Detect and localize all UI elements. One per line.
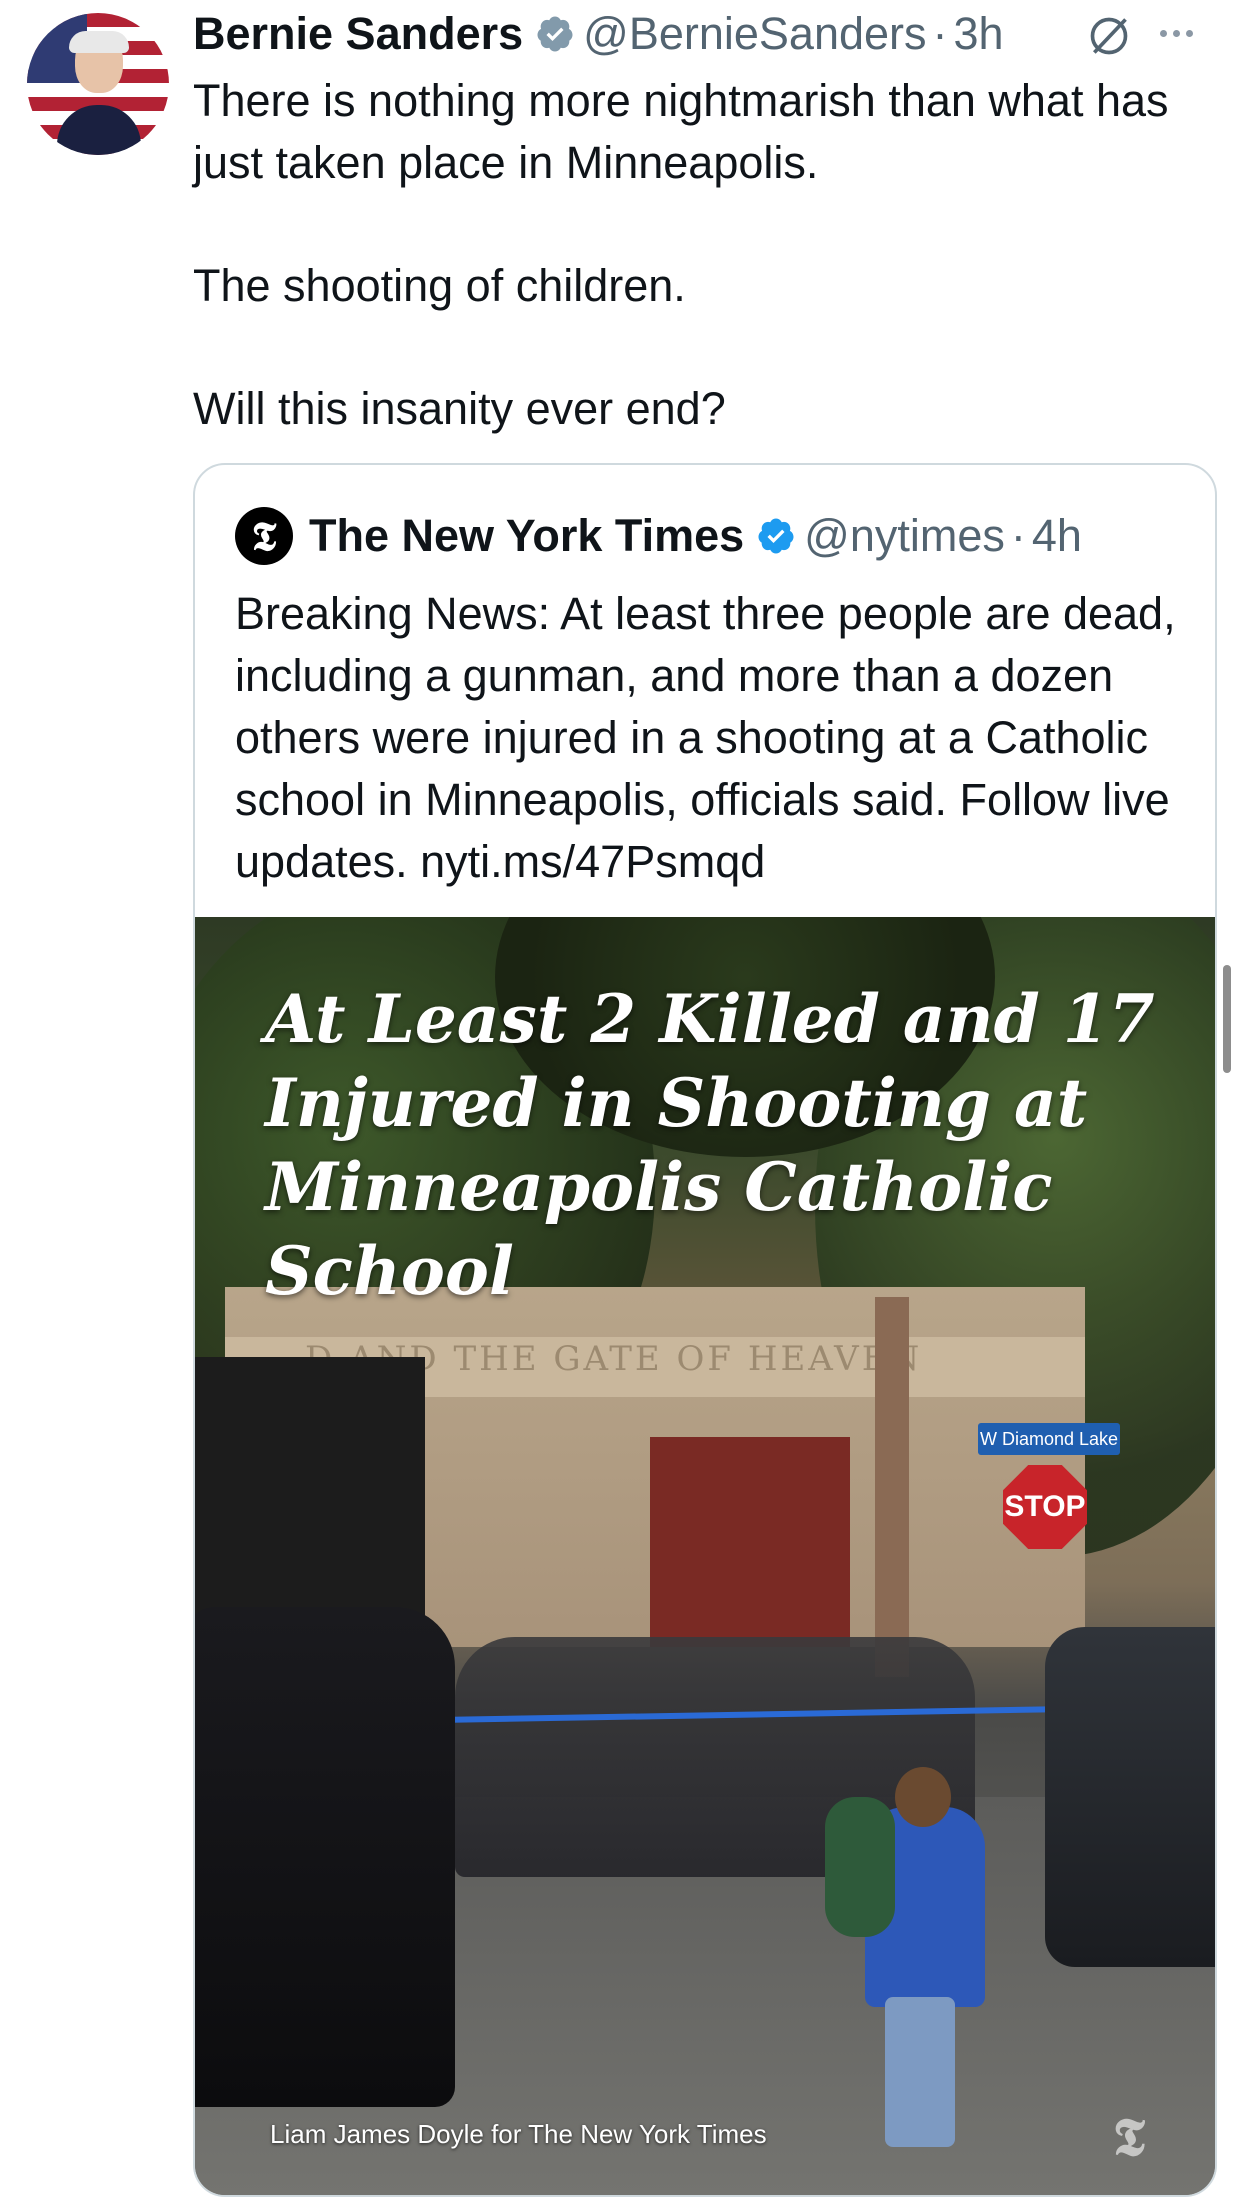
verified-badge-icon [758, 518, 794, 554]
tweet-paragraph: The shooting of children. [193, 260, 686, 311]
avatar-hair [69, 31, 129, 53]
tweet-header: Bernie Sanders @BernieSanders · 3h [193, 6, 1004, 62]
author-handle[interactable]: @BernieSanders [583, 8, 926, 60]
quoted-author-handle[interactable]: @nytimes [804, 510, 1005, 562]
separator-dot: · [932, 8, 948, 59]
nyt-watermark: 𝕿 [1113, 2107, 1145, 2168]
tweet-body: There is nothing more nightmarish than w… [193, 70, 1203, 440]
scrollbar-thumb[interactable] [1223, 965, 1231, 1073]
author-name[interactable]: Bernie Sanders [193, 8, 523, 60]
photo-pole [875, 1297, 909, 1677]
quoted-tweet-text: Breaking News: At least three people are… [235, 588, 1176, 887]
photo-headline: At Least 2 Killed and 17 Injured in Shoo… [265, 980, 1155, 1310]
tweet-paragraph: There is nothing more nightmarish than w… [193, 75, 1169, 188]
verified-badge-icon [537, 16, 573, 52]
avatar-suit [57, 105, 141, 155]
photo-legs [885, 1997, 955, 2147]
photo-head [895, 1767, 951, 1827]
photo-street-sign: W Diamond Lake [978, 1423, 1120, 1455]
photo-truck [195, 1357, 425, 1637]
author-avatar[interactable] [27, 13, 169, 155]
photo-credit: Liam James Doyle for The New York Times [270, 2119, 767, 2149]
more-dot [1186, 30, 1193, 37]
photo-school-doors [650, 1437, 850, 1647]
more-options-icon[interactable] [1160, 30, 1193, 37]
photo-car [1045, 1627, 1215, 1967]
quoted-tweet-card[interactable]: 𝕿 The New York Times @nytimes · 4h Break… [193, 463, 1217, 2197]
quoted-tweet-header: 𝕿 The New York Times @nytimes · 4h [235, 507, 1082, 565]
photo-people [825, 1767, 1025, 2147]
quoted-timestamp[interactable]: 4h [1032, 510, 1082, 562]
photo-child [825, 1797, 895, 1937]
tweet-timestamp[interactable]: 3h [954, 8, 1004, 60]
more-dot [1160, 30, 1167, 37]
tweet-paragraph: Will this insanity ever end? [193, 383, 726, 434]
quoted-author-name[interactable]: The New York Times [309, 510, 744, 562]
news-photo[interactable]: D AND THE GATE OF HEAVEN W Diamond Lake … [195, 917, 1215, 2195]
separator-dot: · [1010, 510, 1026, 561]
nyt-avatar[interactable]: 𝕿 [235, 507, 293, 565]
grok-icon[interactable] [1087, 14, 1131, 58]
photo-car [195, 1607, 455, 2107]
more-dot [1173, 30, 1180, 37]
